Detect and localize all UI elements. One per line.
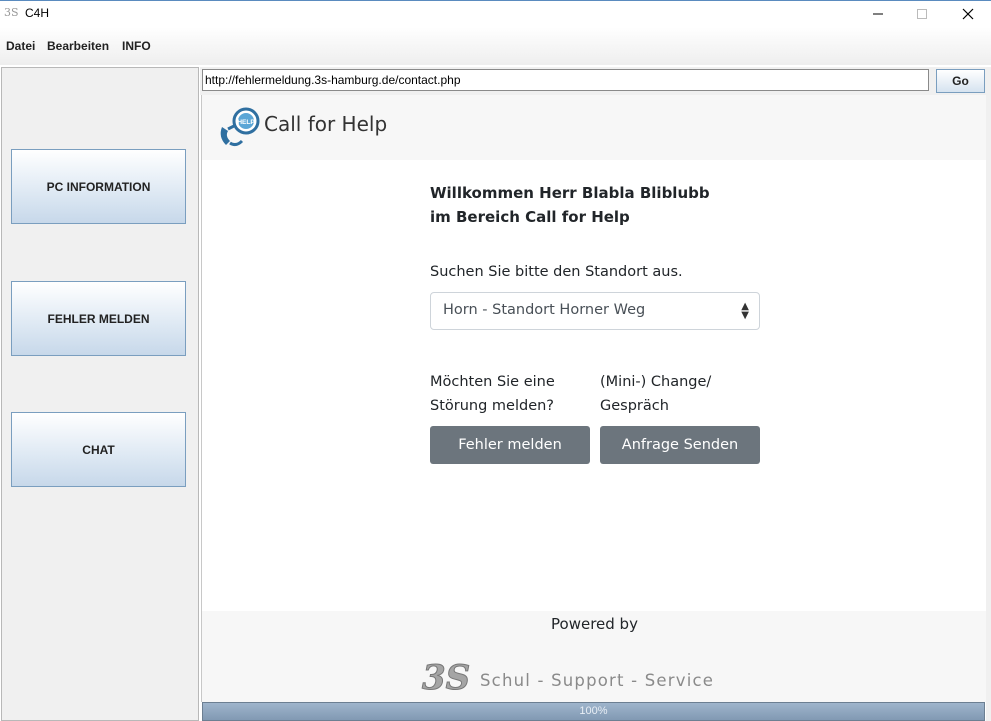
call-for-help-logo-icon: HELP <box>220 107 260 147</box>
go-button[interactable]: Go <box>936 69 985 93</box>
minimize-icon <box>873 13 883 15</box>
site-footer: Powered by 3S Schul - Support - Service <box>202 611 987 702</box>
company-logo-text: 3S <box>422 658 470 695</box>
progress-label: 100% <box>579 705 608 717</box>
close-button[interactable] <box>945 1 991 27</box>
menu-bar: Datei Bearbeiten INFO <box>0 27 991 65</box>
powered-by-label: Powered by <box>551 615 638 633</box>
menu-bearbeiten[interactable]: Bearbeiten <box>47 39 109 53</box>
maximize-button[interactable] <box>899 1 945 27</box>
change-prompt: (Mini-) Change/ Gespräch <box>600 370 760 418</box>
brand-title: Call for Help <box>264 112 388 136</box>
location-select-value: Horn - Standort Horner Weg <box>443 302 646 318</box>
fehler-melden-nav-button[interactable]: FEHLER MELDEN <box>11 281 186 356</box>
maximize-icon <box>917 9 927 19</box>
site-header: HELP Call for Help <box>202 95 987 160</box>
report-prompt-line-2: Störung melden? <box>430 398 555 414</box>
url-input[interactable] <box>202 69 929 91</box>
location-select[interactable]: Horn - Standort Horner Weg ▲ ▼ <box>430 292 760 330</box>
change-prompt-line-2: Gespräch <box>600 398 669 414</box>
web-view: HELP Call for Help Willkommen Herr Blabl… <box>201 95 987 702</box>
fehler-melden-button[interactable]: Fehler melden <box>430 426 590 464</box>
sidebar: PC INFORMATION FEHLER MELDEN CHAT <box>1 67 199 721</box>
chat-button[interactable]: CHAT <box>11 412 186 487</box>
report-prompt-line-1: Möchten Sie eine <box>430 374 555 390</box>
logo-badge-text: HELP <box>237 119 255 126</box>
window-title: C4H <box>25 6 50 20</box>
company-logo-icon: 3S <box>422 658 471 696</box>
pc-information-button[interactable]: PC INFORMATION <box>11 149 186 224</box>
progress-bar: 100% <box>202 702 985 721</box>
address-bar: Go <box>200 67 991 95</box>
location-prompt: Suchen Sie bitte den Standort aus. <box>430 264 683 280</box>
welcome-heading: Willkommen Herr Blabla Bliblubb im Berei… <box>430 184 710 226</box>
menu-datei[interactable]: Datei <box>6 39 35 53</box>
title-bar: 3S C4H <box>0 0 991 27</box>
menu-info[interactable]: INFO <box>122 39 151 53</box>
app-icon: 3S <box>4 6 19 19</box>
close-icon <box>962 8 974 20</box>
report-prompt: Möchten Sie eine Störung melden? <box>430 370 590 418</box>
minimize-button[interactable] <box>855 1 901 27</box>
anfrage-senden-button[interactable]: Anfrage Senden <box>600 426 760 464</box>
right-border <box>986 95 991 721</box>
change-prompt-line-1: (Mini-) Change/ <box>600 374 712 390</box>
company-name: Schul - Support - Service <box>480 671 715 690</box>
select-caret-icon: ▲ ▼ <box>741 301 749 321</box>
